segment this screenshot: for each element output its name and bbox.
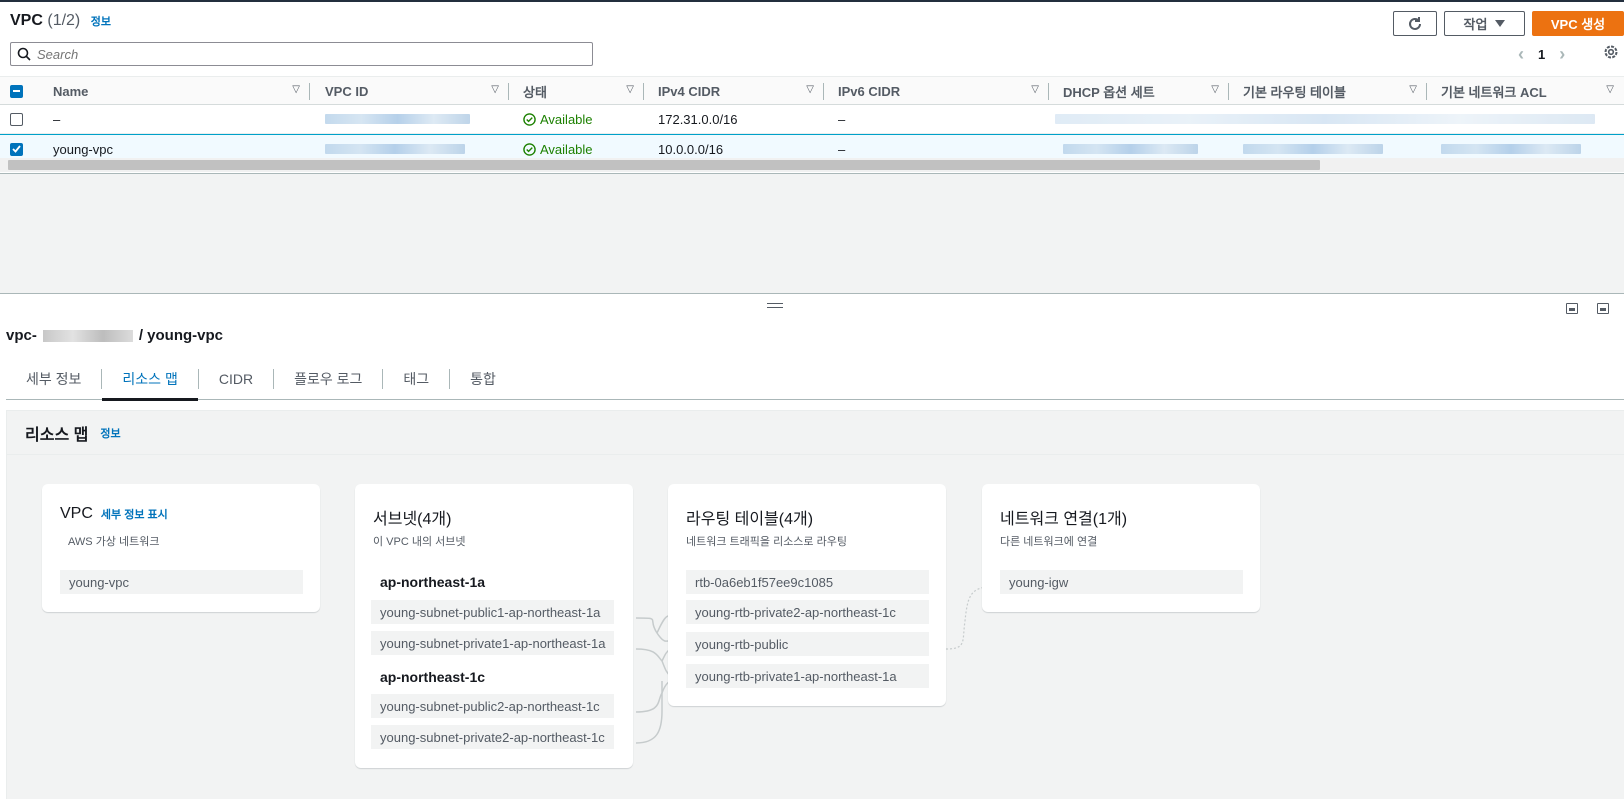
sort-icon: ▽ <box>626 84 634 95</box>
table-header: Name ▽ VPC ID ▽ 상태 ▽ IPv4 CIDR ▽ IPv6 CIDR ▽ … <box>0 76 1624 105</box>
vpc-card: VPC 세부 정보 표시 AWS 가상 네트워크 young-vpc <box>42 484 320 612</box>
column-header-network-acl[interactable]: 기본 네트워크 ACL ▽ <box>1441 77 1624 105</box>
subnet-item[interactable]: young-subnet-public1-ap-northeast-1a <box>371 600 614 624</box>
route-table-item[interactable]: young-rtb-public <box>686 632 929 656</box>
resize-handle[interactable] <box>767 303 783 308</box>
resource-map-title: 리소스 맵 <box>25 426 89 444</box>
route-tables-card-subtitle: 네트워크 트래픽을 리소스로 라우팅 <box>686 536 847 548</box>
tab-cidr[interactable]: CIDR <box>199 368 275 389</box>
sort-icon: ▽ <box>1606 84 1614 95</box>
show-details-link[interactable]: 세부 정보 표시 <box>101 506 168 522</box>
caret-down-icon <box>1495 19 1506 27</box>
network-card-subtitle: 다른 네트워크에 연결 <box>1000 536 1098 548</box>
vpc-card-title: VPC 세부 정보 표시 <box>60 505 168 522</box>
ipv6-cell: – <box>838 111 846 127</box>
check-circle-icon <box>523 142 536 156</box>
tab-resource-map[interactable]: 리소스 맵 <box>102 368 199 401</box>
vpc-item[interactable]: young-vpc <box>60 570 303 594</box>
search-field[interactable] <box>10 42 593 66</box>
actions-dropdown-button[interactable]: 작업 <box>1444 11 1525 36</box>
subnet-item[interactable]: young-subnet-private1-ap-northeast-1a <box>371 631 614 655</box>
network-card-title: 네트워크 연결(1개) <box>1000 511 1128 528</box>
check-circle-icon <box>523 112 536 126</box>
split-bottom-icon[interactable] <box>1566 303 1578 314</box>
vpc-table: Name ▽ VPC ID ▽ 상태 ▽ IPv4 CIDR ▽ IPv6 CIDR ▽ … <box>0 76 1624 163</box>
column-header-ipv6[interactable]: IPv6 CIDR ▽ <box>838 77 1049 105</box>
az-label: ap-northeast-1a <box>380 574 486 590</box>
az-label: ap-northeast-1c <box>380 669 486 685</box>
tab-flow-logs[interactable]: 플로우 로그 <box>274 368 384 389</box>
title-text: VPC <box>10 12 43 29</box>
table-row[interactable]: – Available 172.31.0.0/16 – <box>0 105 1624 134</box>
refresh-button[interactable] <box>1393 11 1437 36</box>
name-cell: – <box>53 111 61 127</box>
vpc-name: / young-vpc <box>138 327 224 344</box>
pagination: ‹ 1 › <box>1518 44 1565 65</box>
sort-icon: ▽ <box>491 84 499 95</box>
sort-icon: ▽ <box>1031 84 1039 95</box>
vpc-card-subtitle: AWS 가상 네트워크 <box>68 536 160 548</box>
current-page[interactable]: 1 <box>1538 47 1545 62</box>
status-cell: Available <box>523 105 593 133</box>
page-title: VPC (1/2) 정보 <box>10 12 111 30</box>
info-link[interactable]: 정보 <box>91 16 111 28</box>
refresh-icon <box>1409 16 1421 30</box>
tab-integrations[interactable]: 통합 <box>450 369 516 389</box>
column-header-name[interactable]: Name ▽ <box>53 77 310 105</box>
sort-icon: ▽ <box>1211 84 1219 95</box>
column-header-ipv4[interactable]: IPv4 CIDR ▽ <box>658 77 824 105</box>
subnets-card-title: 서브넷(4개) <box>373 511 452 528</box>
dhcp-cell[interactable] <box>1055 105 1595 133</box>
gear-icon[interactable] <box>1603 44 1619 60</box>
resource-map-header: 리소스 맵 정보 <box>7 411 1624 455</box>
detail-tabs: 세부 정보 리소스 맵 CIDR 플로우 로그 태그 통합 <box>6 358 1624 401</box>
column-header-vpc-id[interactable]: VPC ID ▽ <box>325 77 509 105</box>
column-header-status[interactable]: 상태 ▽ <box>523 77 644 105</box>
table-empty-area <box>0 173 1624 293</box>
route-table-item[interactable]: rtb-0a6eb1f57ee9c1085 <box>686 570 929 594</box>
horizontal-scrollbar[interactable] <box>0 158 1624 172</box>
route-tables-card: 라우팅 테이블(4개) 네트워크 트래픽을 리소스로 라우팅 rtb-0a6eb… <box>668 484 946 706</box>
select-all-cell[interactable] <box>10 77 40 105</box>
route-tables-card-title: 라우팅 테이블(4개) <box>686 511 814 528</box>
network-connections-card: 네트워크 연결(1개) 다른 네트워크에 연결 young-igw <box>982 484 1260 612</box>
ipv4-cell: 172.31.0.0/16 <box>658 111 738 127</box>
search-input[interactable] <box>37 46 577 62</box>
create-vpc-button[interactable]: VPC 생성 <box>1532 11 1624 36</box>
resource-map-panel: 리소스 맵 정보 VPC 세부 정보 표시 AWS 가상 네트워크 young-… <box>6 410 1624 799</box>
top-border <box>0 0 1624 2</box>
detail-title: vpc- / young-vpc <box>6 327 223 344</box>
vpc-id-redacted <box>42 329 133 342</box>
sort-icon: ▽ <box>1409 84 1417 95</box>
selection-count: (1/2) <box>47 12 81 29</box>
select-all-checkbox[interactable] <box>10 84 23 98</box>
row-checkbox[interactable] <box>10 112 23 126</box>
info-link[interactable]: 정보 <box>100 425 120 441</box>
subnets-card: 서브넷(4개) 이 VPC 내의 서브넷 ap-northeast-1a you… <box>355 484 633 768</box>
next-page-icon[interactable]: › <box>1559 44 1565 65</box>
actions-label: 작업 <box>1463 17 1488 32</box>
split-side-icon[interactable] <box>1597 303 1609 314</box>
tab-details[interactable]: 세부 정보 <box>6 368 103 389</box>
prev-page-icon[interactable]: ‹ <box>1518 44 1524 65</box>
row-checkbox-cell[interactable] <box>10 105 23 133</box>
vpc-id-prefix: vpc- <box>6 327 37 344</box>
column-header-main-route-table[interactable]: 기본 라우팅 테이블 ▽ <box>1243 77 1427 105</box>
row-checkbox-checked[interactable] <box>10 142 23 156</box>
vpc-id-cell[interactable] <box>325 105 470 133</box>
subnets-card-subtitle: 이 VPC 내의 서브넷 <box>373 536 466 548</box>
tab-tags[interactable]: 태그 <box>383 368 451 389</box>
subnet-item[interactable]: young-subnet-public2-ap-northeast-1c <box>371 694 614 718</box>
sort-icon: ▽ <box>292 84 300 95</box>
sort-icon: ▽ <box>806 84 814 95</box>
column-header-dhcp[interactable]: DHCP 옵션 세트 ▽ <box>1063 77 1229 105</box>
subnet-item[interactable]: young-subnet-private2-ap-northeast-1c <box>371 725 614 749</box>
route-table-item[interactable]: young-rtb-private1-ap-northeast-1a <box>686 664 929 688</box>
search-icon <box>17 47 31 61</box>
network-connection-item[interactable]: young-igw <box>1000 570 1243 594</box>
split-divider <box>0 293 1624 294</box>
route-table-item[interactable]: young-rtb-private2-ap-northeast-1c <box>686 600 929 624</box>
scrollbar-thumb[interactable] <box>8 160 1320 170</box>
